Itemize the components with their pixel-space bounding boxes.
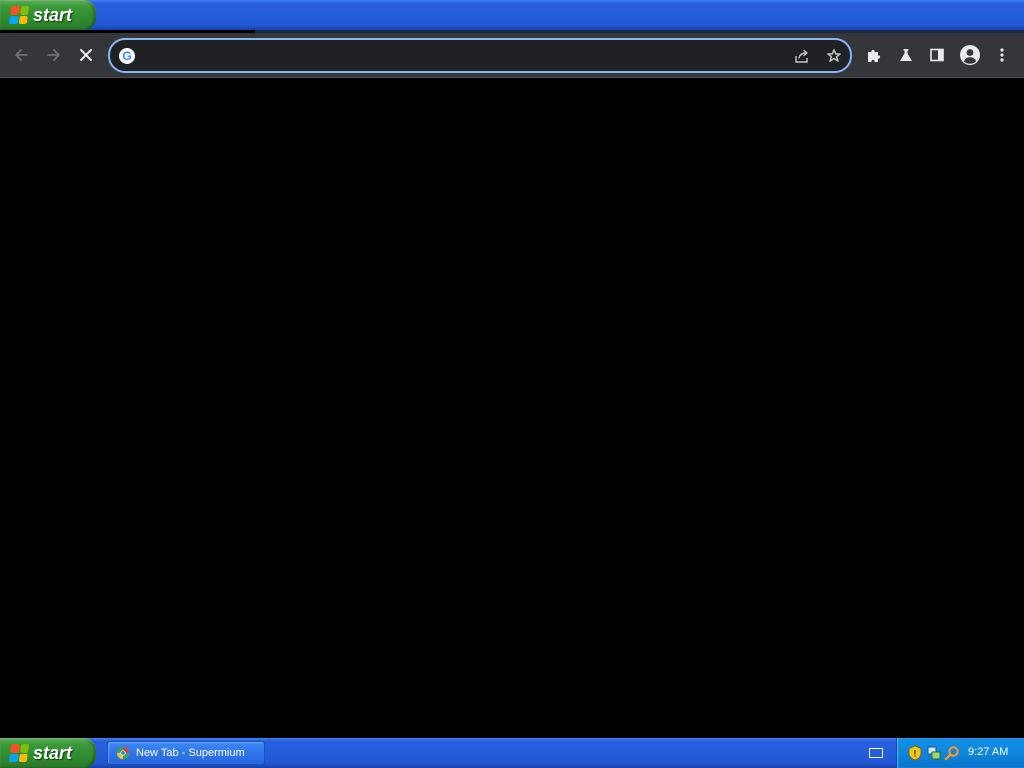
arrow-right-icon xyxy=(47,49,60,61)
star-icon xyxy=(827,49,841,62)
google-icon: G xyxy=(119,48,135,64)
svg-text:!: ! xyxy=(914,749,917,759)
start-button[interactable]: start xyxy=(0,738,96,768)
page-content[interactable] xyxy=(0,78,1024,738)
address-bar[interactable]: G xyxy=(108,38,852,73)
forward-button[interactable] xyxy=(38,39,70,71)
labs-button[interactable] xyxy=(890,39,922,71)
share-icon xyxy=(795,49,808,63)
side-panel-button[interactable] xyxy=(921,39,953,71)
taskbar-item-label: New Tab - Supermium xyxy=(136,747,245,759)
clock[interactable]: 9:27 AM xyxy=(968,746,1008,758)
top-taskbar: start xyxy=(0,0,1024,30)
start-label: start xyxy=(33,742,73,763)
extensions-button[interactable] xyxy=(858,39,890,71)
security-shield-icon[interactable]: ! xyxy=(907,745,923,761)
puzzle-icon xyxy=(868,49,881,62)
windows-logo-icon xyxy=(8,6,30,24)
system-tray: ! 9:27 AM xyxy=(896,738,1024,768)
supermium-icon xyxy=(116,746,130,760)
profile-button[interactable] xyxy=(954,39,986,71)
browser-toolbar: G xyxy=(0,33,1024,78)
close-icon xyxy=(80,49,92,61)
address-input[interactable] xyxy=(144,44,788,69)
search-icon[interactable] xyxy=(944,745,960,761)
share-button[interactable] xyxy=(792,46,812,66)
account-icon xyxy=(960,45,980,65)
network-icon[interactable] xyxy=(926,745,942,761)
flask-icon xyxy=(900,49,912,61)
bottom-taskbar: start New Tab - Supermium ! 9:27 AM xyxy=(0,738,1024,768)
taskbar-item-supermium[interactable]: New Tab - Supermium xyxy=(107,741,265,765)
start-label: start xyxy=(33,4,73,25)
menu-button[interactable] xyxy=(986,39,1018,71)
side-panel-icon xyxy=(930,48,944,62)
keyboard-icon[interactable] xyxy=(869,748,883,758)
kebab-menu-icon xyxy=(1000,48,1004,62)
bookmark-button[interactable] xyxy=(824,46,844,66)
windows-logo-icon xyxy=(8,744,30,762)
start-button[interactable]: start xyxy=(0,0,96,30)
stop-loading-button[interactable] xyxy=(70,39,102,71)
arrow-left-icon xyxy=(15,49,28,61)
back-button[interactable] xyxy=(5,39,37,71)
